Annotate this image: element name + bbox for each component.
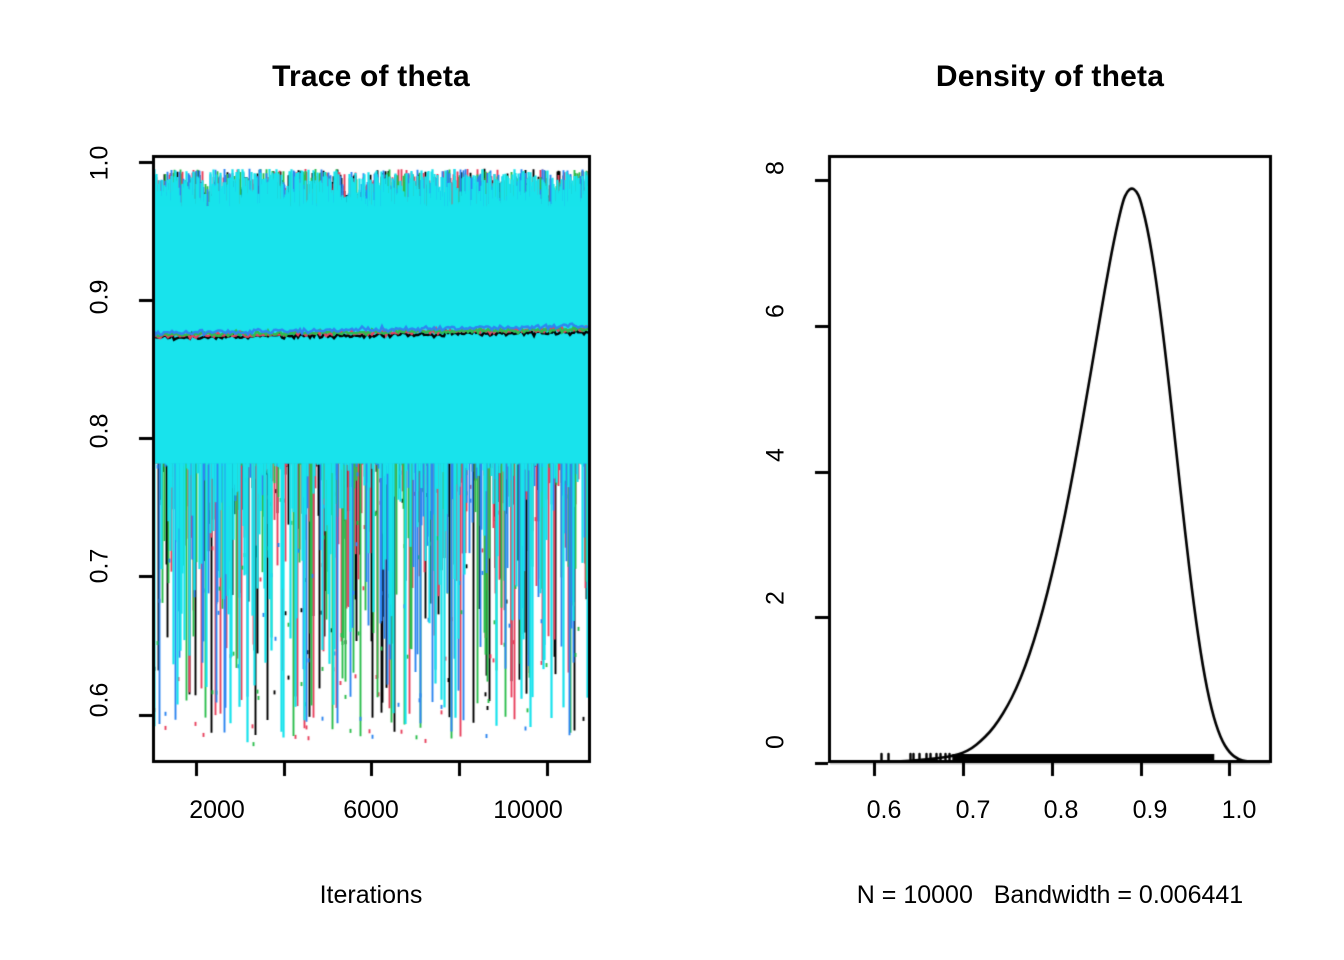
density-ytick-label-8: 8 — [761, 161, 790, 175]
density-xtick-label-0-8: 0.8 — [1043, 796, 1079, 824]
density-ytick-label-4: 4 — [761, 448, 790, 462]
trace-ytick-label-0-6: 0.6 — [85, 682, 114, 718]
density-ytick-label-0: 0 — [761, 735, 790, 749]
trace-xtick-label-10000: 10000 — [493, 796, 563, 824]
trace-ytick-label-0-9: 0.9 — [85, 279, 114, 315]
trace-xtick-label-6000: 6000 — [343, 796, 399, 824]
trace-ytick-label-0-7: 0.7 — [85, 548, 114, 584]
trace-xtick-label-2000: 2000 — [189, 796, 245, 824]
density-xtick-label-0-7: 0.7 — [955, 796, 991, 824]
plot-device: Trace of theta Iterations 2000 6000 1000… — [0, 0, 1344, 960]
density-panel-title: Density of theta — [935, 60, 1165, 93]
density-ytick-label-2: 2 — [761, 591, 790, 605]
density-xtick-label-0-6: 0.6 — [866, 796, 902, 824]
trace-ytick-label-1-0: 1.0 — [85, 145, 114, 181]
density-caption: N = 10000 Bandwidth = 0.006441 — [856, 881, 1244, 909]
trace-ytick-label-0-8: 0.8 — [85, 413, 114, 449]
density-xtick-label-0-9: 0.9 — [1132, 796, 1168, 824]
trace-xaxis-label: Iterations — [319, 881, 423, 909]
density-ytick-label-6: 6 — [761, 304, 790, 318]
density-xtick-label-1-0: 1.0 — [1221, 796, 1257, 824]
trace-panel-title: Trace of theta — [272, 60, 470, 93]
